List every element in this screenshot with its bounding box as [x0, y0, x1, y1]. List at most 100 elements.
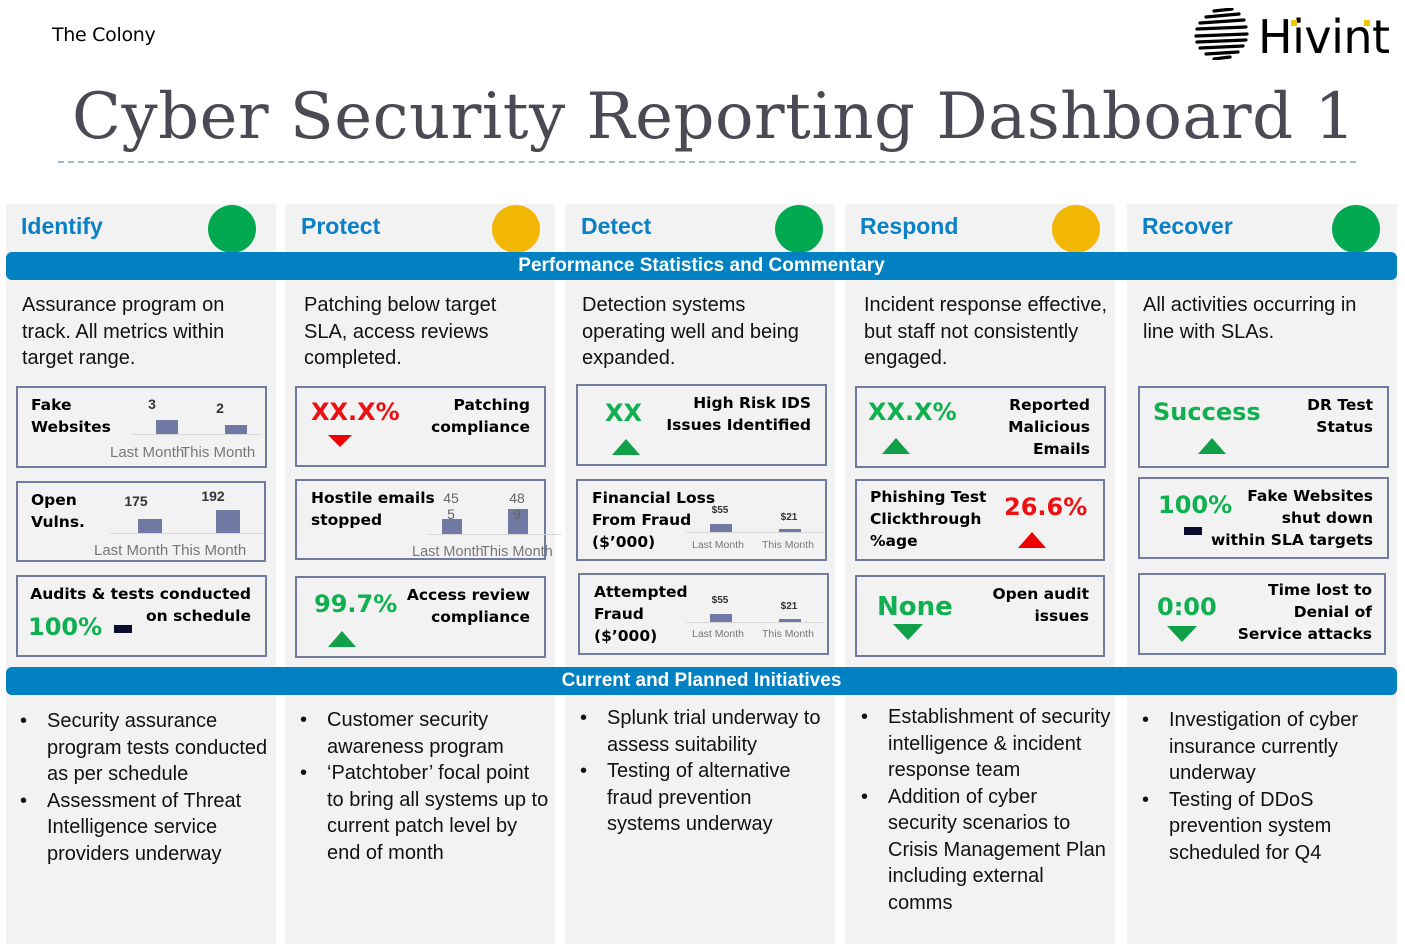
- column-title-recover: Recover: [1142, 213, 1233, 239]
- status-indicator-green: [1332, 205, 1380, 253]
- bar-this-month: [779, 529, 801, 532]
- metric-label: Phishing Test Clickthrough %age: [870, 488, 987, 550]
- detect-commentary: Detection systems operating well and bei…: [582, 294, 799, 369]
- protect-commentary: Patching below target SLA, access review…: [304, 294, 497, 369]
- identify-initiatives: Security assurance program tests conduct…: [20, 708, 270, 867]
- fake-websites-metric: Fake Websites 3 2 Last Month This Month: [16, 386, 267, 468]
- metric-value: XX.X%: [868, 398, 957, 426]
- respond-commentary: Incident response effective, but staff n…: [864, 294, 1108, 369]
- category-label-this-month: This Month: [181, 444, 256, 461]
- metric-label: Fake Websites shut down within SLA targe…: [1210, 487, 1373, 549]
- metric-label: DR Test Status: [1307, 396, 1373, 436]
- hivint-logo: Hivint: [1194, 8, 1390, 64]
- bar-last-month: [138, 519, 162, 533]
- metric-label: Attempted Fraud ($’000): [594, 583, 688, 645]
- value-label-last-month: $55: [711, 505, 729, 516]
- open-audit-issues-metric: None Open audit issues: [855, 575, 1105, 657]
- open-vulns-metric: Open Vulns. 175 192 Last Month This Mont…: [16, 481, 266, 562]
- category-label-this-month: This Month: [762, 628, 814, 640]
- attempted-fraud-metric: Attempted Fraud ($’000) $55 $21 Last Mon…: [578, 573, 829, 655]
- initiative-item: Security assurance program tests conduct…: [20, 708, 270, 788]
- column-title-identify: Identify: [21, 213, 103, 239]
- trend-up-icon: [1018, 532, 1046, 548]
- category-label-last-month: Last Month: [412, 544, 484, 560]
- attempted-fraud-chart: $55 $21 Last Month This Month: [686, 575, 826, 655]
- trend-down-icon: [893, 624, 923, 640]
- metric-label: Reported Malicious Emails: [1008, 396, 1090, 458]
- metric-value: 0:00: [1157, 593, 1217, 621]
- metric-label: Open audit issues: [992, 585, 1089, 625]
- audits-metric: Audits & tests conducted on schedule 100…: [16, 575, 267, 657]
- bar-last-month: [710, 614, 732, 622]
- value-label-last-month: $55: [711, 595, 729, 606]
- initiatives-section-bar: Current and Planned Initiatives: [6, 667, 1397, 695]
- hostile-emails-chart: 45 5 48 9 Last Month This Month: [397, 481, 561, 561]
- trend-down-icon: [1167, 626, 1197, 642]
- category-label-last-month: Last Month: [110, 444, 185, 461]
- bar-this-month: [225, 425, 247, 434]
- metric-value: XX.X%: [311, 398, 400, 426]
- dos-time-lost-metric: 0:00 Time lost to Denial of Service atta…: [1138, 573, 1386, 655]
- access-review-metric: 99.7% Access review compliance: [295, 576, 546, 658]
- column-title-detect: Detect: [581, 213, 652, 239]
- logo-text: Hivint: [1258, 10, 1390, 64]
- bar-last-month: [156, 420, 178, 434]
- initiative-item: Splunk trial underway to assess suitabil…: [580, 705, 830, 758]
- identify-commentary: Assurance program on track. All metrics …: [22, 294, 225, 369]
- title-divider: [58, 161, 1356, 163]
- initiative-item: Addition of cyber security scenarios to …: [861, 784, 1111, 917]
- chart-axis: [686, 622, 824, 623]
- category-label-this-month: This Month: [481, 544, 553, 560]
- metric-label: Patching compliance: [431, 396, 530, 436]
- detect-initiatives: Splunk trial underway to assess suitabil…: [580, 705, 830, 838]
- bar-this-month: [216, 510, 240, 533]
- logo-dot: [1364, 20, 1370, 26]
- value-label-last-month: 3: [148, 396, 156, 412]
- trend-flat-icon: [114, 625, 132, 633]
- column-title-protect: Protect: [301, 213, 381, 239]
- initiative-item: ‘Patchtober’ focal point to bring all sy…: [300, 760, 550, 866]
- value-label-last-month: 45 5: [443, 490, 459, 522]
- protect-initiatives: Customer security awareness program ‘Pat…: [300, 707, 550, 866]
- hostile-emails-metric: Hostile emails stopped 45 5 48 9 Last Mont…: [295, 479, 561, 560]
- trend-down-icon: [328, 435, 352, 447]
- category-label-last-month: Last Month: [94, 542, 169, 559]
- trend-up-icon: [328, 631, 356, 647]
- initiative-item: Customer security awareness program: [300, 707, 550, 760]
- metric-value: Success: [1153, 398, 1261, 426]
- page-title: Cyber Security Reporting Dashboard 1: [72, 80, 1356, 154]
- recover-commentary: All activities occurring in line with SL…: [1143, 294, 1357, 343]
- value-label-this-month: $21: [780, 512, 798, 523]
- open-vulns-chart: 175 192 Last Month This Month: [94, 483, 266, 563]
- column-title-respond: Respond: [860, 213, 959, 239]
- trend-flat-icon: [1184, 527, 1202, 535]
- metric-value: XX: [605, 399, 643, 427]
- initiative-item: Assessment of Threat Intelligence servic…: [20, 788, 270, 868]
- fake-websites-chart: 3 2 Last Month This Month: [110, 388, 268, 468]
- metric-label: Open Vulns.: [31, 491, 85, 531]
- phishing-clickthrough-metric: Phishing Test Clickthrough %age 26.6%: [855, 479, 1105, 561]
- status-indicator-green: [775, 205, 823, 253]
- performance-section-bar: Performance Statistics and Commentary: [6, 252, 1397, 280]
- category-label-this-month: This Month: [172, 542, 247, 559]
- financial-loss-metric: Financial Loss From Fraud ($’000) $55 $2…: [576, 479, 827, 561]
- metric-value: None: [877, 592, 953, 622]
- metric-label: Time lost to Denial of Service attacks: [1237, 581, 1372, 643]
- metric-value: 26.6%: [1004, 493, 1088, 521]
- value-label-this-month: 48 9: [509, 490, 525, 522]
- metric-label: Fake Websites: [31, 396, 111, 436]
- recover-initiatives: Investigation of cyber insurance current…: [1142, 707, 1392, 866]
- bar-last-month: [710, 524, 732, 532]
- initiative-item: Testing of alternative fraud prevention …: [580, 758, 830, 838]
- value-label-this-month: $21: [780, 601, 798, 612]
- chart-axis: [427, 534, 561, 535]
- ids-issues-metric: XX High Risk IDS Issues Identified: [576, 384, 827, 466]
- reported-malicious-emails-metric: XX.X% Reported Malicious Emails: [855, 386, 1106, 468]
- metric-label: High Risk IDS Issues Identified: [666, 394, 811, 434]
- metric-label: Access review compliance: [406, 586, 530, 626]
- status-indicator-amber: [492, 205, 540, 253]
- trend-up-icon: [612, 439, 640, 455]
- trend-up-icon: [882, 438, 910, 454]
- chart-axis: [110, 533, 264, 534]
- logo-dot: [1291, 20, 1297, 26]
